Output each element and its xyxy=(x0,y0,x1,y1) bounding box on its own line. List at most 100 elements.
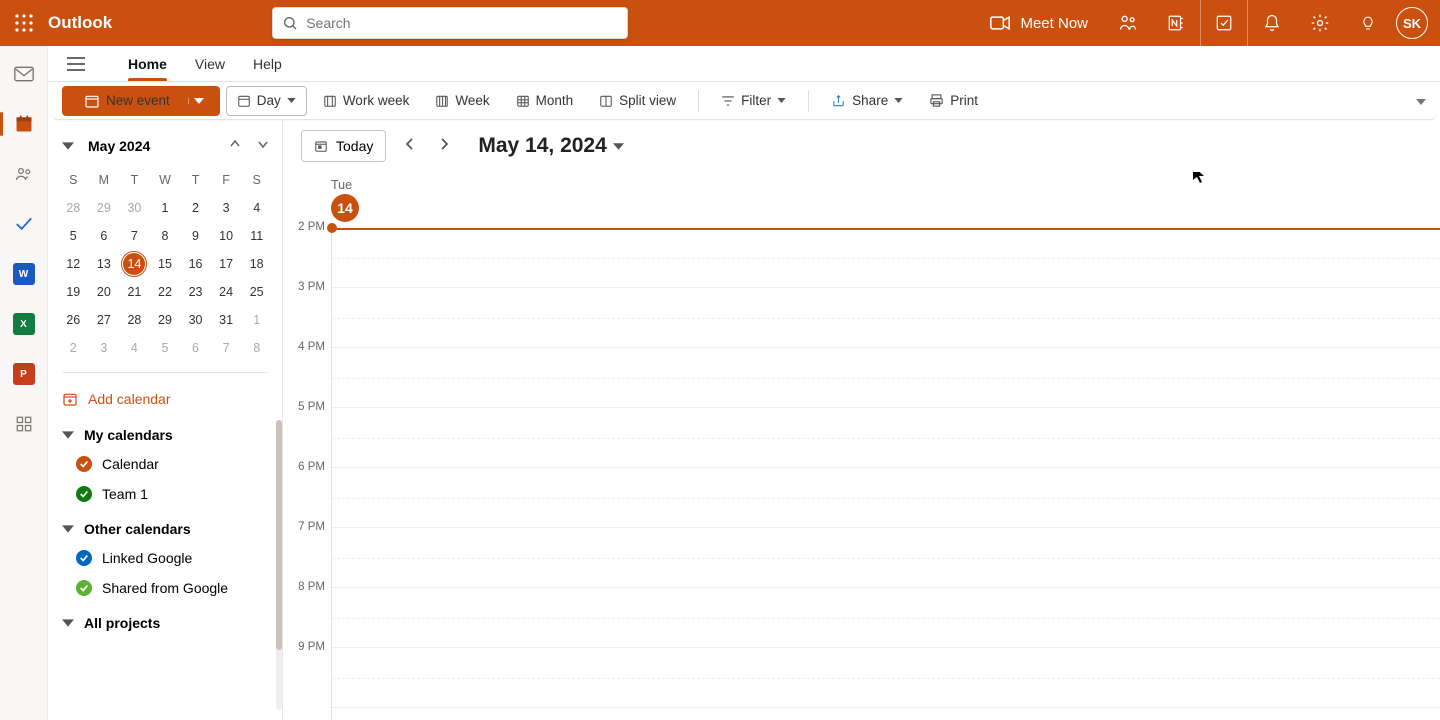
minical-day[interactable]: 11 xyxy=(241,222,272,250)
new-event-dropdown[interactable] xyxy=(188,98,210,104)
today-button[interactable]: Today xyxy=(301,130,386,162)
minical-day[interactable]: 1 xyxy=(150,194,181,222)
minical-next[interactable] xyxy=(254,133,272,159)
hour-slot[interactable] xyxy=(332,468,1440,528)
minical-day[interactable]: 29 xyxy=(89,194,120,222)
minical-day[interactable]: 28 xyxy=(58,194,89,222)
minical-day[interactable]: 15 xyxy=(150,250,181,278)
minical-day[interactable]: 2 xyxy=(180,194,211,222)
minical-day[interactable]: 5 xyxy=(58,222,89,250)
calendar-color-checkbox[interactable] xyxy=(76,456,92,472)
minical-day[interactable]: 19 xyxy=(58,278,89,306)
onenote-icon[interactable] xyxy=(1152,0,1200,46)
hour-slot[interactable] xyxy=(332,288,1440,348)
calendar-list-item[interactable]: Shared from Google xyxy=(58,573,272,603)
sidebar-scrollbar-thumb[interactable] xyxy=(276,420,282,650)
minical-day[interactable]: 12 xyxy=(58,250,89,278)
rail-calendar[interactable] xyxy=(8,110,40,138)
settings-icon[interactable] xyxy=(1296,0,1344,46)
share-button[interactable]: Share xyxy=(821,86,913,116)
minical-day[interactable]: 6 xyxy=(89,222,120,250)
calendar-list-item[interactable]: Linked Google xyxy=(58,543,272,573)
minical-day[interactable]: 9 xyxy=(180,222,211,250)
rail-powerpoint[interactable]: P xyxy=(8,360,40,388)
minical-day[interactable]: 22 xyxy=(150,278,181,306)
calendar-color-checkbox[interactable] xyxy=(76,486,92,502)
minical-day[interactable]: 16 xyxy=(180,250,211,278)
minical-day[interactable]: 7 xyxy=(119,222,150,250)
calendar-group-header[interactable]: Other calendars xyxy=(58,509,272,543)
rail-word[interactable]: W xyxy=(8,260,40,288)
app-launcher-icon[interactable] xyxy=(0,14,48,32)
search-box[interactable] xyxy=(272,7,628,39)
account-avatar[interactable]: SK xyxy=(1396,7,1428,39)
view-workweek-button[interactable]: Work week xyxy=(313,86,420,116)
minical-day[interactable]: 25 xyxy=(241,278,272,306)
minical-day[interactable]: 4 xyxy=(119,334,150,362)
view-month-button[interactable]: Month xyxy=(506,86,584,116)
minical-day[interactable]: 13 xyxy=(89,250,120,278)
minical-day[interactable]: 1 xyxy=(241,306,272,334)
minical-day[interactable]: 29 xyxy=(150,306,181,334)
minical-day[interactable]: 14 xyxy=(119,250,150,278)
tips-icon[interactable] xyxy=(1344,0,1392,46)
notifications-icon[interactable] xyxy=(1248,0,1296,46)
hour-slot[interactable] xyxy=(332,348,1440,408)
next-day-button[interactable] xyxy=(434,131,454,161)
add-calendar-button[interactable]: Add calendar xyxy=(58,383,272,415)
rail-excel[interactable]: X xyxy=(8,310,40,338)
minical-day[interactable]: 17 xyxy=(211,250,242,278)
minical-day[interactable]: 2 xyxy=(58,334,89,362)
minical-day[interactable]: 6 xyxy=(180,334,211,362)
minical-collapse[interactable] xyxy=(58,133,78,159)
search-input[interactable] xyxy=(306,15,618,31)
minical-day[interactable]: 30 xyxy=(119,194,150,222)
hour-slot[interactable] xyxy=(332,408,1440,468)
filter-button[interactable]: Filter xyxy=(711,86,796,116)
minical-day[interactable]: 26 xyxy=(58,306,89,334)
minical-day[interactable]: 18 xyxy=(241,250,272,278)
rail-more-apps[interactable] xyxy=(8,410,40,438)
minical-day[interactable]: 21 xyxy=(119,278,150,306)
minical-day[interactable]: 3 xyxy=(211,194,242,222)
calendar-list-item[interactable]: Calendar xyxy=(58,449,272,479)
minical-day[interactable]: 20 xyxy=(89,278,120,306)
view-week-button[interactable]: Week xyxy=(425,86,499,116)
minical-day[interactable]: 10 xyxy=(211,222,242,250)
calendar-color-checkbox[interactable] xyxy=(76,550,92,566)
day-grid[interactable]: Tue 14 2 PM3 PM4 PM5 PM6 PM7 PM8 PM9 PM xyxy=(283,172,1440,720)
minical-day[interactable]: 28 xyxy=(119,306,150,334)
calendar-group-header[interactable]: My calendars xyxy=(58,415,272,449)
ribbon-expand-icon[interactable] xyxy=(1412,88,1430,114)
calendar-list-item[interactable]: Team 1 xyxy=(58,479,272,509)
minical-day[interactable]: 3 xyxy=(89,334,120,362)
hour-grid[interactable] xyxy=(331,228,1440,720)
teams-icon[interactable] xyxy=(1104,0,1152,46)
nav-toggle-icon[interactable] xyxy=(64,57,88,71)
tab-view[interactable]: View xyxy=(195,48,225,80)
minical-day[interactable]: 8 xyxy=(241,334,272,362)
meet-now-button[interactable]: Meet Now xyxy=(974,15,1104,32)
rail-mail[interactable] xyxy=(8,60,40,88)
rail-people[interactable] xyxy=(8,160,40,188)
minical-day[interactable]: 24 xyxy=(211,278,242,306)
hour-slot[interactable] xyxy=(332,648,1440,708)
hour-slot[interactable] xyxy=(332,528,1440,588)
minical-day[interactable]: 23 xyxy=(180,278,211,306)
new-event-button[interactable]: New event xyxy=(62,86,220,116)
calendar-color-checkbox[interactable] xyxy=(76,580,92,596)
tab-help[interactable]: Help xyxy=(253,48,282,80)
minical-day[interactable]: 4 xyxy=(241,194,272,222)
minical-day[interactable]: 5 xyxy=(150,334,181,362)
minical-day[interactable]: 27 xyxy=(89,306,120,334)
hour-slot[interactable] xyxy=(332,588,1440,648)
tab-home[interactable]: Home xyxy=(128,48,167,80)
hour-slot[interactable] xyxy=(332,228,1440,288)
minical-day[interactable]: 8 xyxy=(150,222,181,250)
rail-todo[interactable] xyxy=(8,210,40,238)
view-day-button[interactable]: Day xyxy=(226,86,307,116)
minical-day[interactable]: 30 xyxy=(180,306,211,334)
minical-day[interactable]: 31 xyxy=(211,306,242,334)
split-view-button[interactable]: Split view xyxy=(589,86,686,116)
minical-day[interactable]: 7 xyxy=(211,334,242,362)
